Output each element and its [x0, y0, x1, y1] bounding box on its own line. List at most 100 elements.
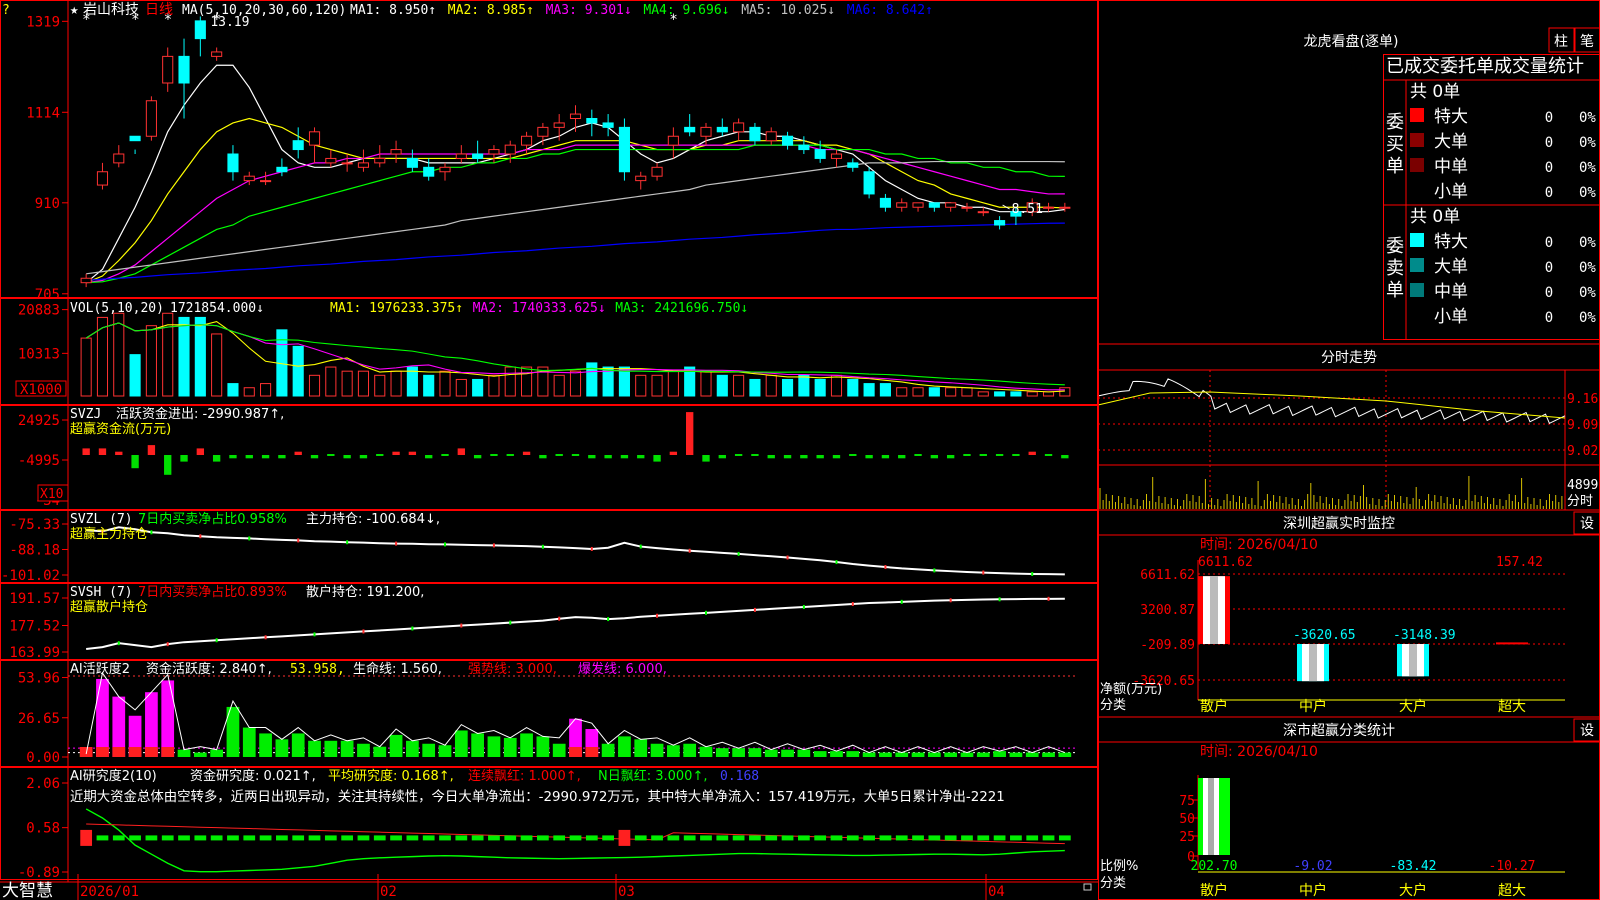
- sell-row-pct: 0%: [1579, 285, 1596, 301]
- active-bar: [846, 751, 860, 757]
- buy-row-label: 小单: [1434, 182, 1468, 202]
- sz-category: 散户: [1200, 698, 1228, 715]
- volume-bar: [553, 374, 565, 397]
- research-bar: [569, 835, 582, 841]
- flow-bar: [718, 455, 726, 459]
- active-bar: [422, 743, 436, 757]
- line-marker: [1047, 596, 1050, 601]
- flow-bar: [783, 455, 792, 459]
- candle: [374, 157, 386, 164]
- research-bar: [471, 835, 484, 841]
- active-bar: [177, 749, 191, 757]
- sz-y-tick: 3200.87: [1140, 603, 1195, 618]
- buy-row-pct: 0%: [1579, 135, 1596, 151]
- line-marker: [998, 597, 1001, 602]
- research-bar: [830, 835, 843, 841]
- flow-bar: [229, 455, 237, 459]
- sm-y-tick: 75: [1179, 794, 1195, 809]
- research-bar: [846, 835, 859, 841]
- sz-category: 中户: [1299, 698, 1327, 715]
- candle: [667, 135, 679, 146]
- sz-bar-label: -3620.65: [1293, 628, 1356, 643]
- line-marker: [835, 560, 838, 565]
- volume-bar: [113, 312, 125, 397]
- column-mode-label: 柱: [1554, 34, 1568, 50]
- sm-bar-label: -83.42: [1390, 859, 1437, 874]
- volume-bar: [521, 366, 533, 397]
- vol-ma-value-3: MA3: 2421696.750↓: [615, 301, 748, 316]
- flow-bar: [294, 451, 302, 455]
- svsh-y-tick: 191.57: [9, 591, 60, 607]
- line-marker: [590, 546, 593, 551]
- candle: [879, 197, 891, 208]
- research-bar: [276, 835, 288, 841]
- active-bar: [879, 752, 892, 757]
- candle: [341, 162, 353, 165]
- vol-y-tick: 20883: [18, 303, 60, 319]
- line-marker: [215, 638, 218, 643]
- active-base: [96, 747, 109, 757]
- line-marker: [884, 565, 887, 570]
- avg-research-value: 平均研究度: 0.168↑,: [328, 768, 454, 784]
- flow-bar: [180, 455, 188, 462]
- candle: [961, 206, 973, 209]
- flow-bar: [865, 455, 873, 459]
- x-tick: 03: [618, 884, 635, 900]
- x-tick: 2026/01: [80, 884, 139, 900]
- active-bar: [503, 737, 517, 757]
- active-bar: [193, 752, 207, 757]
- line-marker: [656, 613, 659, 618]
- vol-ma-value-2: MA2: 1740333.625↓: [473, 301, 606, 316]
- flow-bar: [327, 454, 335, 456]
- volume-bar: [455, 378, 467, 397]
- volume-bar: [439, 370, 451, 397]
- volume-bar: [80, 337, 92, 397]
- line-marker: [607, 617, 610, 622]
- sell-row-pct: 0%: [1579, 235, 1596, 251]
- sm-title: 深市超赢分类统计: [1283, 722, 1395, 739]
- flow-bar: [979, 454, 987, 456]
- volume-bar: [961, 387, 973, 397]
- sm-bar-label: -10.27: [1489, 859, 1536, 874]
- flow-bar: [849, 454, 857, 456]
- line-marker: [949, 598, 952, 603]
- candle: [390, 149, 402, 155]
- sz-time: 时间: 2026/04/10: [1200, 537, 1318, 553]
- volume-bar: [292, 345, 304, 397]
- flow-bar: [376, 454, 384, 456]
- vol-label: VOL(5,10,20): [70, 301, 164, 316]
- ma-value-2: MA2: 8.985↑: [448, 3, 534, 18]
- line-marker: [900, 599, 903, 604]
- active-bar: [927, 752, 941, 757]
- research-bar: [585, 835, 598, 841]
- stock-name: 岩山科技: [83, 2, 139, 18]
- candle: [113, 153, 125, 164]
- sell-row-label: 特大: [1434, 232, 1468, 252]
- strong-line-label: 强势线: 3.000,: [468, 661, 557, 677]
- research-y-tick: 0.58: [26, 821, 60, 837]
- active-bar: [911, 752, 925, 757]
- life-line-label: 生命线: 1.560,: [353, 661, 442, 677]
- active-bar: [993, 751, 1006, 757]
- active-bar: [862, 752, 876, 757]
- volume-bar: [472, 378, 484, 397]
- research-bar: [178, 835, 190, 841]
- flow-bar: [196, 448, 205, 455]
- active-bar: [1058, 752, 1072, 757]
- lock-icon[interactable]: [1083, 883, 1092, 891]
- line-marker: [688, 548, 691, 553]
- sell-row-count: 0: [1545, 260, 1553, 276]
- ma-line-ma2: [85, 117, 1065, 284]
- active-bar: [683, 743, 697, 757]
- active-bar: [732, 748, 745, 757]
- legend-swatch: [1410, 158, 1424, 172]
- candle: [994, 220, 1006, 226]
- flow-bar: [82, 448, 90, 455]
- active-bar: [161, 680, 175, 757]
- active-bar: [764, 749, 778, 757]
- candle: [504, 144, 516, 155]
- sz-bar-label: 157.42: [1496, 555, 1543, 570]
- period-label[interactable]: 日线: [145, 2, 173, 18]
- flow-bar: [457, 448, 465, 455]
- sz-monitor-title: 深圳超赢实时监控: [1283, 515, 1395, 532]
